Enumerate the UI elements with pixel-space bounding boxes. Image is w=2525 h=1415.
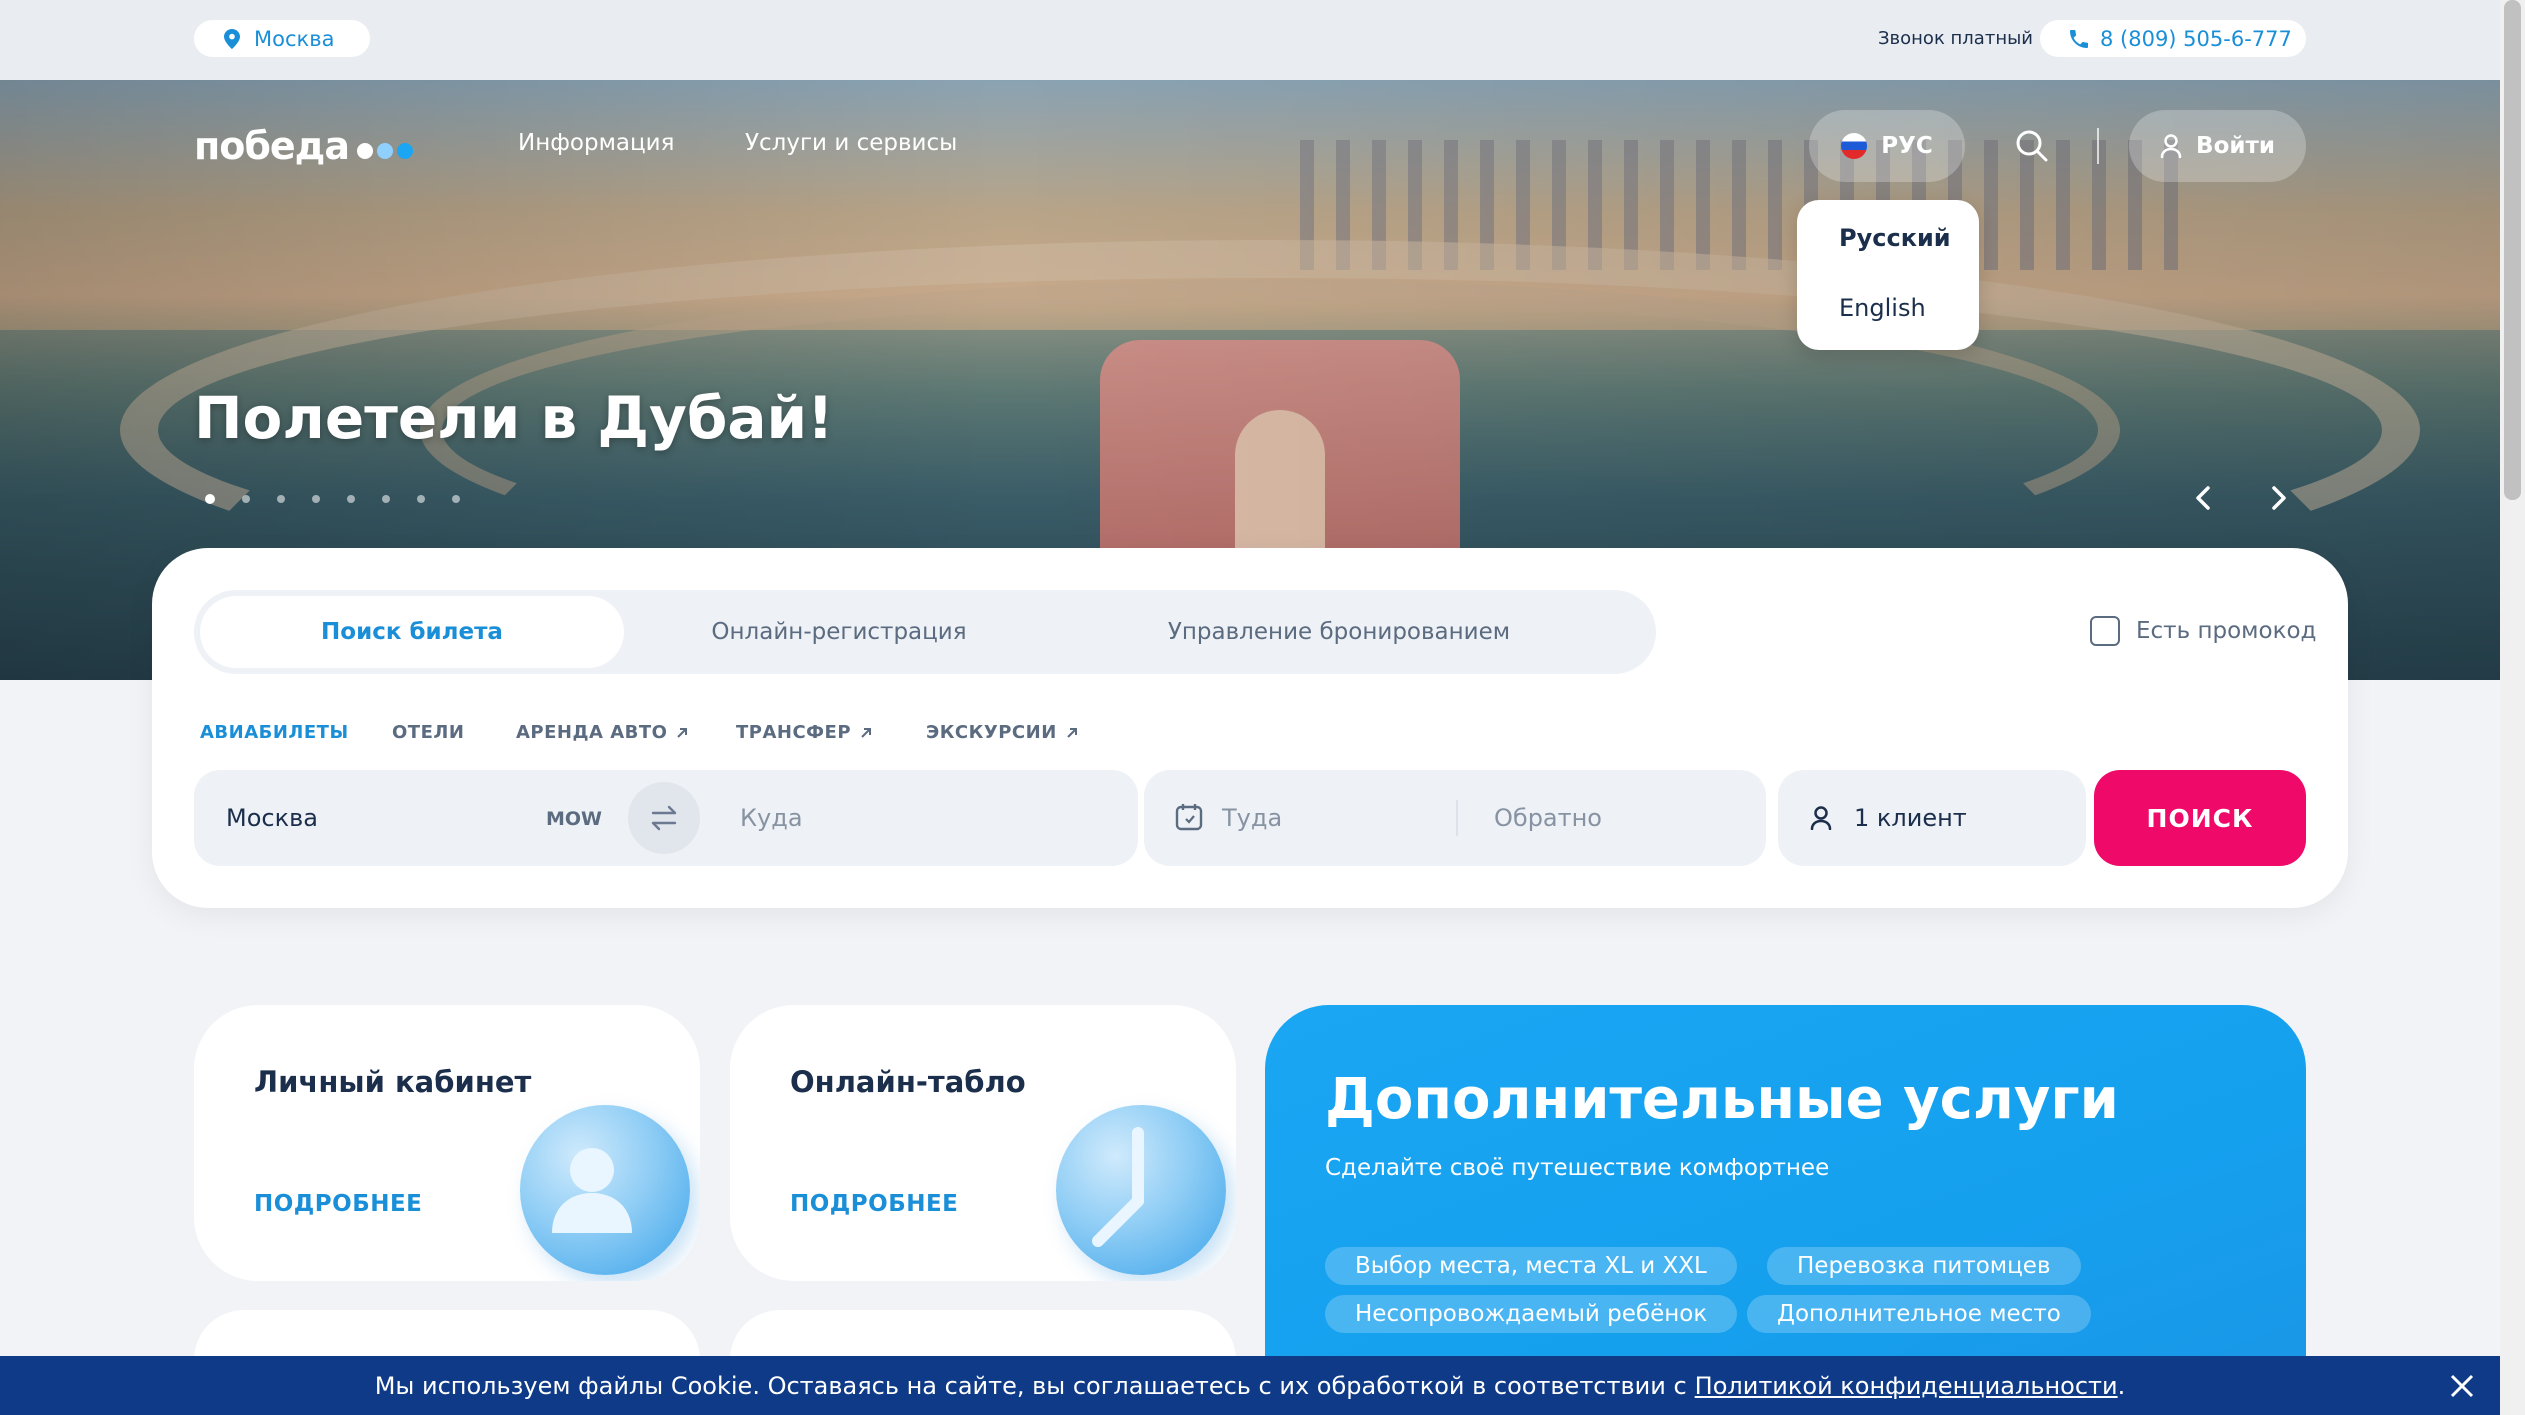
subtab-car-rental[interactable]: АРЕНДА АВТО	[516, 722, 689, 743]
external-link-icon	[861, 727, 872, 738]
dates-field: Туда Обратно	[1144, 770, 1766, 866]
passengers-field[interactable]: 1 клиент	[1778, 770, 2086, 866]
from-code: MOW	[546, 808, 603, 830]
service-chip[interactable]: Выбор места, места XL и XXL	[1325, 1247, 1737, 1285]
online-board-card[interactable]: Онлайн-табло ПОДРОБНЕЕ	[730, 1005, 1236, 1281]
lang-option-english[interactable]: English	[1839, 294, 1926, 322]
additional-services-panel: Дополнительные услуги Сделайте своё путе…	[1265, 1005, 2306, 1415]
promo-checkbox[interactable]: Есть промокод	[2090, 616, 2316, 646]
search-panel: Поиск билета Онлайн-регистрация Управлен…	[152, 548, 2348, 908]
slide-dot[interactable]	[382, 495, 390, 503]
slide-dot[interactable]	[417, 495, 425, 503]
swap-arrows-icon	[651, 805, 677, 831]
card-more-link[interactable]: ПОДРОБНЕЕ	[254, 1191, 422, 1217]
depart-date-input[interactable]: Туда	[1222, 804, 1282, 832]
location-pin-icon	[224, 28, 240, 49]
nav-info[interactable]: Информация	[518, 130, 674, 156]
lang-option-russian[interactable]: Русский	[1839, 224, 1951, 252]
city-label: Москва	[254, 26, 335, 51]
swap-button[interactable]	[628, 782, 700, 854]
to-input[interactable]: Куда	[740, 804, 803, 832]
checkbox-icon[interactable]	[2090, 616, 2120, 646]
top-bar: Москва Звонок платный 8 (809) 505-6-777	[0, 0, 2500, 80]
language-dropdown: Русский English	[1797, 200, 1979, 350]
page-scrollbar[interactable]	[2500, 0, 2525, 1415]
service-chip[interactable]: Несопровождаемый ребёнок	[1325, 1295, 1738, 1333]
subtab-transfer[interactable]: ТРАНСФЕР	[736, 722, 873, 743]
cookie-text: Мы используем файлы Cookie. Оставаясь на…	[374, 1371, 1687, 1400]
slide-dot[interactable]	[312, 495, 320, 503]
card-more-link[interactable]: ПОДРОБНЕЕ	[790, 1191, 958, 1217]
tab-manage-booking[interactable]: Управление бронированием	[1044, 590, 1634, 674]
service-chip[interactable]: Перевозка питомцев	[1767, 1247, 2081, 1285]
slide-dot[interactable]	[205, 494, 215, 504]
slider-dots	[205, 494, 460, 504]
call-paid-label: Звонок платный	[1878, 28, 2034, 49]
personal-account-card[interactable]: Личный кабинет ПОДРОБНЕЕ	[194, 1005, 700, 1281]
phone-number: 8 (809) 505-6-777	[2100, 26, 2292, 51]
subtab-hotels[interactable]: ОТЕЛИ	[392, 722, 464, 743]
user-icon	[2160, 134, 2182, 158]
hero-title: Полетели в Дубай!	[194, 384, 834, 452]
privacy-policy-link[interactable]: Политикой конфиденциальности	[1695, 1372, 2118, 1400]
return-date-input[interactable]: Обратно	[1494, 804, 1602, 832]
phone-icon	[2070, 29, 2088, 48]
from-input[interactable]: Москва	[226, 804, 318, 832]
external-link-icon	[677, 727, 688, 738]
slide-dot[interactable]	[452, 495, 460, 503]
nav-services[interactable]: Услуги и сервисы	[745, 130, 957, 156]
pobeda-logo[interactable]: победа	[194, 124, 413, 168]
card-title: Онлайн-табло	[790, 1065, 1026, 1099]
service-chip[interactable]: Дополнительное место	[1747, 1295, 2091, 1333]
russia-flag-icon	[1841, 133, 1868, 159]
card-title: Личный кабинет	[254, 1065, 532, 1099]
slider-next-icon[interactable]	[2260, 480, 2296, 516]
cookie-banner: Мы используем файлы Cookie. Оставаясь на…	[0, 1356, 2500, 1415]
search-button[interactable]: ПОИСК	[2094, 770, 2306, 866]
subtab-flights[interactable]: АВИАБИЛЕТЫ	[200, 722, 349, 743]
language-button[interactable]: РУС	[1809, 110, 1965, 182]
clock-icon	[1056, 1105, 1226, 1275]
services-title: Дополнительные услуги	[1325, 1067, 2119, 1132]
passengers-value: 1 клиент	[1854, 804, 1967, 832]
slide-dot[interactable]	[242, 495, 250, 503]
external-link-icon	[1067, 727, 1077, 738]
slide-dot[interactable]	[277, 495, 285, 503]
passenger-icon	[1810, 806, 1832, 830]
scrollbar-thumb[interactable]	[2504, 0, 2521, 500]
tab-online-checkin[interactable]: Онлайн-регистрация	[644, 590, 1034, 674]
phone-link[interactable]: 8 (809) 505-6-777	[2040, 20, 2306, 57]
subtab-excursions[interactable]: ЭКСКУРСИИ	[926, 722, 1079, 743]
slider-prev-icon[interactable]	[2186, 480, 2222, 516]
cookie-period: .	[2117, 1371, 2126, 1400]
slide-dot[interactable]	[347, 495, 355, 503]
header-divider	[2097, 128, 2099, 164]
tab-ticket-search[interactable]: Поиск билета	[200, 596, 624, 668]
search-tabs: Поиск билета Онлайн-регистрация Управлен…	[194, 590, 1656, 674]
services-subtitle: Сделайте своё путешествие комфортнее	[1325, 1155, 1830, 1181]
search-icon[interactable]	[2014, 128, 2050, 164]
user-icon	[520, 1105, 690, 1275]
close-icon[interactable]	[2448, 1372, 2476, 1400]
login-button[interactable]: Войти	[2129, 110, 2306, 182]
calendar-icon	[1175, 804, 1203, 831]
logo-dots	[357, 143, 413, 159]
city-selector[interactable]: Москва	[194, 20, 370, 57]
